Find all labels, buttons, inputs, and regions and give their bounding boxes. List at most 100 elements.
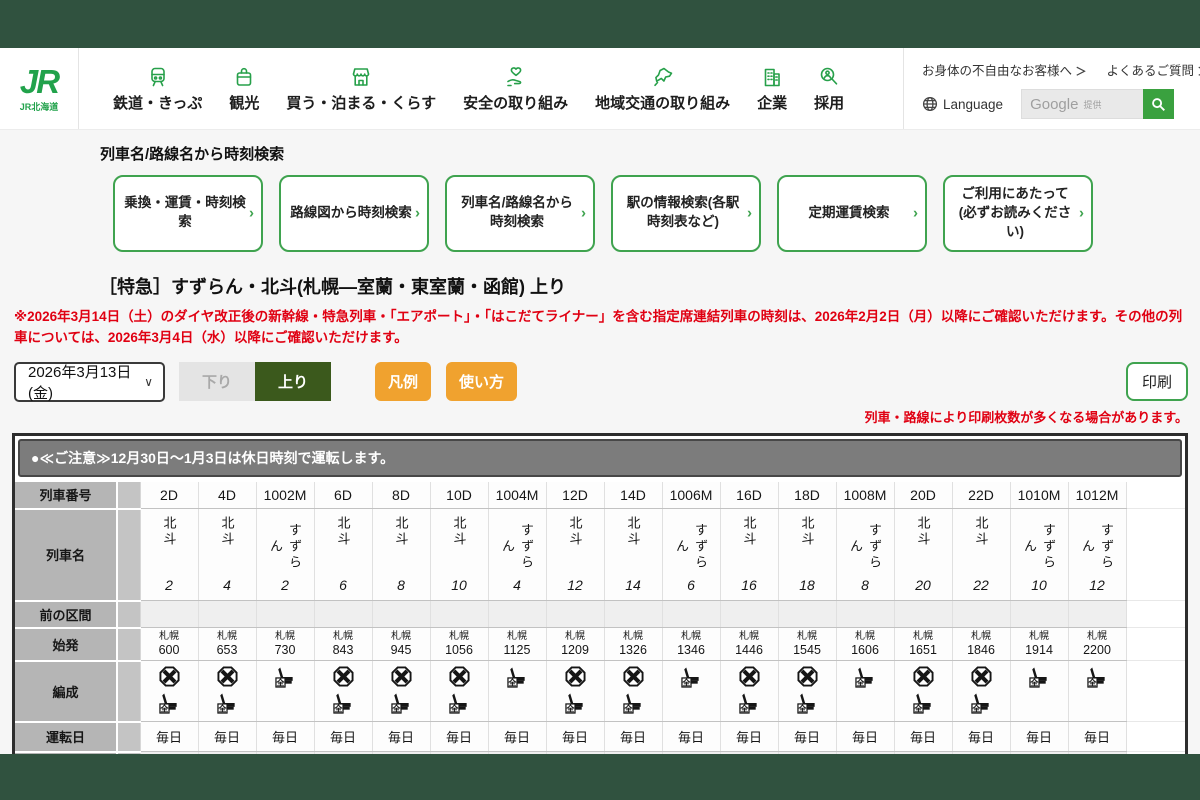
nav-item-recruit[interactable]: 採用	[814, 65, 844, 113]
stub-cell	[117, 661, 140, 722]
search-placeholder: Google	[1030, 96, 1078, 113]
svg-text:全: 全	[855, 678, 865, 688]
prev-cell	[256, 601, 314, 628]
jr-hokkaido-logo[interactable]: JR JR北海道	[0, 48, 79, 129]
origin-time: 2200	[1069, 643, 1126, 659]
station-info-search-button[interactable]: 駅の情報検索(各駅時刻表など)›	[611, 175, 761, 252]
formation-cell: 全	[894, 661, 952, 722]
origin-time: 945	[373, 643, 430, 659]
days-cell: 毎日	[662, 722, 720, 752]
chevron-right-icon: ＞	[1076, 66, 1087, 78]
print-button[interactable]: 印刷	[1126, 362, 1188, 401]
search-input[interactable]: Google 提供	[1021, 89, 1143, 119]
nav-item-safety[interactable]: 安全の取り組み	[463, 65, 568, 113]
x-octagon-icon	[217, 666, 238, 687]
formation-row: 編成全全全全全全全全全全全全全全全全全	[15, 661, 1185, 722]
train-name-number: 6	[687, 577, 695, 593]
timetable-controls: 2026年3月13日(金) ∨ 下り 上り 凡例 使い方 印刷	[14, 362, 1188, 402]
days-cell: 毎日	[546, 722, 604, 752]
row-label-origin: 始発	[15, 628, 117, 661]
usage-notes-button[interactable]: ご利用にあたって(必ずお読みください)›	[943, 175, 1093, 252]
origin-time: 1446	[721, 643, 778, 659]
stub-cell	[117, 601, 140, 628]
nav-item-railway-tickets[interactable]: 鉄道・きっぷ	[113, 65, 202, 113]
prev-cell	[372, 601, 430, 628]
train-line-name-time-search-button[interactable]: 列車名/路線名から時刻検索›	[445, 175, 595, 252]
nav-item-tourism[interactable]: 観光	[229, 65, 259, 113]
name-cell: 北斗18	[778, 509, 836, 601]
language-selector[interactable]: Language	[922, 96, 1003, 112]
origin-cell: 札幌2200	[1068, 628, 1126, 661]
train-number-row: 列車番号2D4D1002M6D8D10D1004M12D14D1006M16D1…	[15, 482, 1185, 509]
origin-cell: 札幌1545	[778, 628, 836, 661]
days-cell: 毎日	[952, 722, 1010, 752]
nav-item-company[interactable]: 企業	[757, 65, 787, 113]
nav-item-shop-stay-live[interactable]: 買う・泊まる・くらす	[286, 65, 436, 113]
commuter-fare-search-button[interactable]: 定期運賃検索›	[777, 175, 927, 252]
svg-text:全: 全	[275, 678, 285, 688]
train-name: 北斗	[450, 516, 469, 548]
origin-cell: 札幌1651	[894, 628, 952, 661]
filler-cell	[1126, 601, 1185, 628]
seat-all-icon: 全	[739, 692, 760, 714]
train-name-number: 2	[165, 577, 173, 593]
number-cell: 20D	[894, 482, 952, 509]
chevron-down-icon: ∨	[144, 375, 153, 389]
days-cell: 毎日	[1010, 722, 1068, 752]
prev-cell	[894, 601, 952, 628]
transfer-fare-time-search-button[interactable]: 乗換・運賃・時刻検索›	[113, 175, 263, 252]
date-select[interactable]: 2026年3月13日(金) ∨	[14, 362, 165, 402]
name-cell: すずらん10	[1010, 509, 1068, 601]
schedule-revision-notice: ※2026年3月14日（土）のダイヤ改正後の新幹線・特急列車・「エアポート」・「…	[14, 306, 1188, 349]
jr-logo-subtitle: JR北海道	[20, 100, 59, 113]
number-cell: 2D	[140, 482, 198, 509]
nav-item-regional-transport[interactable]: 地域交通の取り組み	[595, 65, 730, 113]
filler-cell	[1126, 628, 1185, 661]
direction-up-button[interactable]: 上り	[255, 362, 331, 401]
number-cell: 14D	[604, 482, 662, 509]
days-cell: 毎日	[372, 722, 430, 752]
origin-station: 札幌	[605, 631, 662, 643]
train-name-number: 10	[451, 577, 467, 593]
days-cell: 毎日	[778, 722, 836, 752]
x-octagon-icon	[333, 666, 354, 687]
prev-cell	[720, 601, 778, 628]
formation-cell: 全	[140, 661, 198, 722]
svg-text:全: 全	[159, 704, 169, 714]
row-label-previous-section: 前の区間	[15, 601, 117, 628]
search-button[interactable]	[1143, 89, 1174, 119]
origin-cell: 札幌843	[314, 628, 372, 661]
number-cell: 12D	[546, 482, 604, 509]
nav-label: 安全の取り組み	[463, 92, 568, 113]
seat-all-icon: 全	[275, 666, 296, 688]
train-name: 北斗	[334, 516, 353, 548]
formation-cell: 全	[1010, 661, 1068, 722]
name-cell: すずらん8	[836, 509, 894, 601]
number-cell: 1010M	[1010, 482, 1068, 509]
accessibility-link[interactable]: お身体の不自由なお客様へ ＞	[922, 60, 1087, 79]
prev-cell	[952, 601, 1010, 628]
legend-button[interactable]: 凡例	[375, 362, 431, 401]
days-cell: 毎日	[836, 722, 894, 752]
train-name: 北斗	[160, 516, 179, 548]
number-cell: 10D	[430, 482, 488, 509]
howto-button[interactable]: 使い方	[446, 362, 517, 401]
bag-icon	[232, 65, 256, 89]
seat-all-icon: 全	[623, 692, 644, 714]
origin-time: 1651	[895, 643, 952, 659]
search-placeholder-by: 提供	[1083, 98, 1101, 111]
number-cell: 18D	[778, 482, 836, 509]
days-cell: 毎日	[256, 722, 314, 752]
seat-all-icon: 全	[681, 666, 702, 688]
shop-icon	[349, 65, 373, 89]
origin-station: 札幌	[663, 631, 720, 643]
direction-down-button[interactable]: 下り	[179, 362, 255, 401]
faq-link[interactable]: よくあるご質問 ＞	[1107, 60, 1200, 79]
date-select-value: 2026年3月13日(金)	[28, 361, 144, 403]
site-header: JR JR北海道 鉄道・きっぷ 観光 買う・泊まる・くらす 安全の取り組み 地域…	[0, 48, 1200, 130]
origin-cell: 札幌1846	[952, 628, 1010, 661]
origin-time: 843	[315, 643, 372, 659]
timetable: 列車番号2D4D1002M6D8D10D1004M12D14D1006M16D1…	[15, 482, 1185, 789]
route-map-time-search-button[interactable]: 路線図から時刻検索›	[279, 175, 429, 252]
number-cell: 16D	[720, 482, 778, 509]
